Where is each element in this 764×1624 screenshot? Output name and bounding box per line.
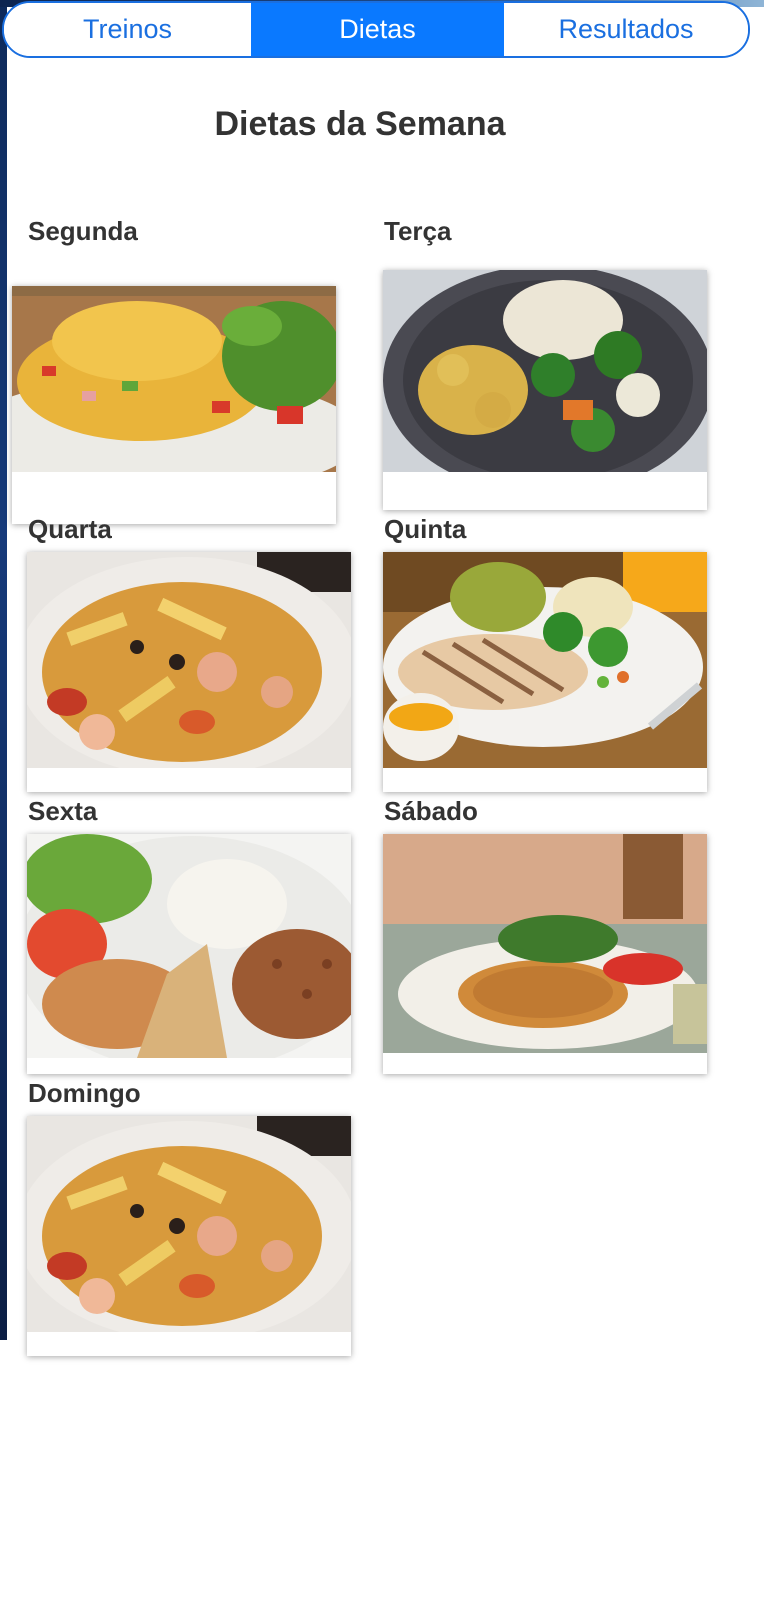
chicken-vegetables-bowl-photo	[383, 270, 707, 472]
day-label-sabado: Sábado	[384, 796, 478, 826]
tab-treinos[interactable]: Treinos	[4, 3, 251, 56]
day-label-quarta: Quarta	[28, 514, 112, 544]
diet-card-domingo[interactable]	[27, 1116, 351, 1356]
tab-bar: Treinos Dietas Resultados	[2, 1, 750, 58]
diet-card-quinta[interactable]	[383, 552, 707, 792]
diet-card-quarta[interactable]	[27, 552, 351, 792]
penne-pasta-photo	[27, 552, 351, 768]
tab-dietas[interactable]: Dietas	[251, 3, 504, 56]
day-label-sexta: Sexta	[28, 796, 98, 826]
diet-card-sabado[interactable]	[383, 834, 707, 1074]
diet-card-terca[interactable]	[383, 270, 707, 510]
omelette-salad-photo	[12, 286, 336, 472]
tab-resultados[interactable]: Resultados	[504, 3, 748, 56]
diet-card-segunda[interactable]	[12, 286, 336, 524]
penne-pasta-photo	[27, 1116, 351, 1332]
rice-beans-chicken-photo	[27, 834, 351, 1058]
diet-card-sexta[interactable]	[27, 834, 351, 1074]
omelette-greens-photo	[383, 834, 707, 1053]
page-title: Dietas da Semana	[214, 105, 506, 143]
day-label-segunda: Segunda	[28, 216, 138, 246]
day-label-domingo: Domingo	[28, 1078, 141, 1108]
day-label-quinta: Quinta	[384, 514, 467, 544]
day-label-terca: Terça	[384, 216, 452, 246]
background-strip-left	[0, 0, 7, 1340]
grilled-chicken-plate-photo	[383, 552, 707, 768]
